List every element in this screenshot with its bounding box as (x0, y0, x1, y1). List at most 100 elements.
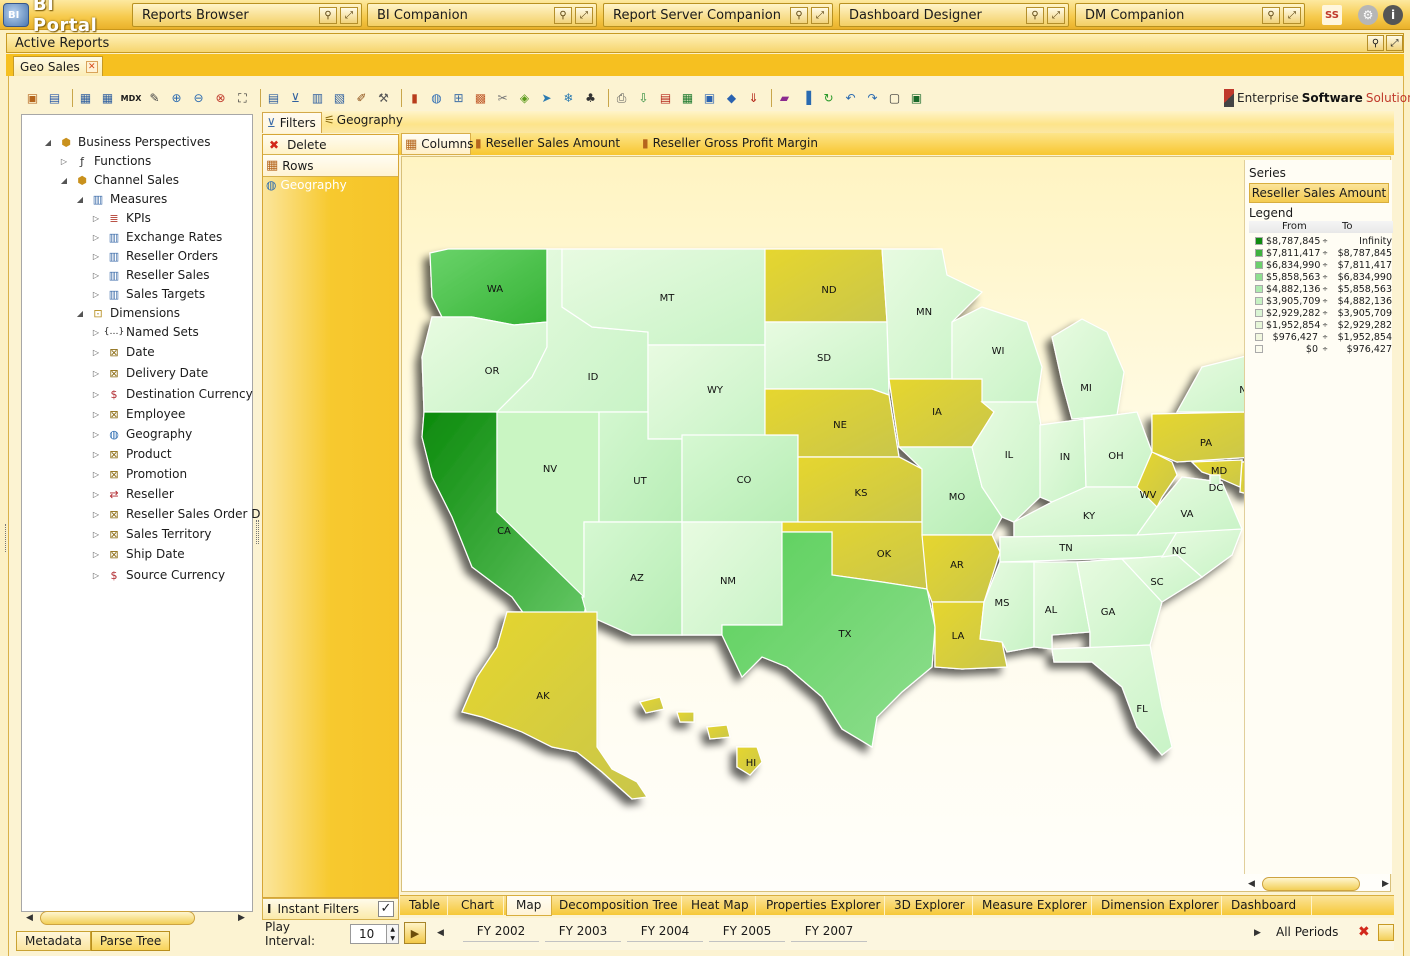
expand-arrow-icon[interactable]: ▷ (90, 369, 102, 378)
delete-button[interactable]: ✖ Delete (263, 135, 398, 155)
tab-measure-explorer[interactable]: Measure Explorer (973, 896, 1092, 916)
gear-icon[interactable]: ⚙ (1358, 5, 1378, 25)
tree-item-source-currency[interactable]: ▷ $ Source Currency (90, 566, 225, 584)
tree-item-functions[interactable]: ▷ ƒ Functions (58, 152, 151, 170)
excel-icon[interactable]: ▦ (679, 90, 696, 107)
collapse-arrow-icon[interactable]: ◢ (42, 138, 54, 147)
column-item-reseller-gross-profit-margin[interactable]: ▮ Reseller Gross Profit Margin (642, 136, 818, 150)
expand-arrow-icon[interactable]: ▷ (90, 430, 102, 439)
expand-arrow-icon[interactable]: ▷ (90, 470, 102, 479)
mdx-icon[interactable]: MDX (121, 90, 142, 107)
zoom-in-icon[interactable]: ⊕ (168, 90, 185, 107)
left-splitter[interactable] (5, 524, 8, 552)
expand-arrow-icon[interactable]: ▷ (90, 510, 102, 519)
period-fy-2004[interactable]: FY 2004 (627, 923, 703, 942)
open-icon[interactable]: ⤢ (340, 6, 358, 24)
tree-item-channel-sales[interactable]: ◢ ⬢ Channel Sales (58, 171, 179, 189)
tree-item-business-perspectives[interactable]: ◢ ⬢ Business Perspectives (42, 133, 211, 151)
tree-item-geography[interactable]: ▷ ◍ Geography (90, 425, 192, 443)
tree-item-sales-territory[interactable]: ▷ ⊠ Sales Territory (90, 525, 212, 543)
search-icon[interactable]: ⚲ (554, 6, 572, 24)
tree-item-delivery-date[interactable]: ▷ ⊠ Delivery Date (90, 364, 208, 382)
expand-arrow-icon[interactable]: ▷ (90, 290, 102, 299)
state-FL[interactable] (1051, 644, 1173, 756)
search-icon[interactable]: ⚲ (1026, 6, 1044, 24)
tab-dimension-explorer[interactable]: Dimension Explorer (1092, 896, 1222, 916)
export-icon[interactable]: ⇩ (635, 90, 652, 107)
tab-dashboard[interactable]: Dashboard (1222, 896, 1312, 916)
book-icon[interactable]: ▰ (776, 90, 793, 107)
tree-item-reseller-orders[interactable]: ▷ ▥ Reseller Orders (90, 247, 218, 265)
eraser-icon[interactable]: ✎ (146, 90, 163, 107)
expand-arrow-icon[interactable]: ▷ (90, 252, 102, 261)
series-selector[interactable]: Reseller Sales Amount (1249, 183, 1389, 203)
open-icon[interactable]: ⤢ (811, 6, 829, 24)
collapse-arrow-icon[interactable]: ◢ (74, 309, 86, 318)
scrollbar-thumb[interactable] (1262, 877, 1360, 891)
instant-filters-toggle[interactable]: Ⅰ Instant Filters ✓ (262, 898, 399, 920)
heatmap-icon[interactable]: ▩ (472, 90, 489, 107)
expand-arrow-icon[interactable]: ▷ (58, 157, 70, 166)
publish-icon[interactable]: ◆ (723, 90, 740, 107)
tree-item-reseller-sales-order-d[interactable]: ▷ ⊠ Reseller Sales Order D (90, 505, 261, 523)
tree-item-date[interactable]: ▷ ⊠ Date (90, 343, 155, 361)
pdf-icon[interactable]: ▤ (657, 90, 674, 107)
expand-arrow-icon[interactable]: ▷ (90, 410, 102, 419)
play-button[interactable]: ▶ (404, 922, 426, 944)
tree-item-kpis[interactable]: ▷ ≣ KPIs (90, 209, 151, 227)
properties-icon[interactable]: ⚒ (375, 90, 392, 107)
scrollbar-thumb[interactable] (40, 911, 195, 925)
open-report-icon[interactable]: ▣ (24, 90, 41, 107)
hierarchy-icon[interactable]: ⊞ (450, 90, 467, 107)
open-icon[interactable]: ⤢ (1047, 6, 1065, 24)
app-tab-report-server-companion[interactable]: Report Server Companion ⚲ ⤢ (603, 3, 833, 27)
expand-arrow-icon[interactable]: ▷ (90, 530, 102, 539)
tree-item-reseller[interactable]: ▷ ⇄ Reseller (90, 485, 174, 503)
report-tab-geo-sales[interactable]: Geo Sales ✕ (13, 56, 103, 76)
expand-arrow-icon[interactable]: ▷ (90, 571, 102, 580)
us-choropleth-map[interactable]: WA OR CA NV ID MT WY UT AZ CO NM ND SD N… (402, 157, 1391, 892)
expand-arrow-icon[interactable]: ▷ (90, 390, 102, 399)
filter-icon[interactable]: ⊻ (287, 90, 304, 107)
info-icon[interactable]: i (1383, 5, 1403, 25)
collapse-arrow-icon[interactable]: ◢ (58, 176, 70, 185)
open-icon[interactable]: ⤢ (1386, 35, 1403, 51)
instant-filters-checkbox[interactable]: ✓ (378, 901, 394, 917)
period-fy-2003[interactable]: FY 2003 (545, 923, 621, 942)
format-icon[interactable]: ▧ (331, 90, 348, 107)
word-icon[interactable]: ▣ (701, 90, 718, 107)
clear-periods-icon[interactable]: ✖ (1358, 924, 1370, 940)
collapse-arrow-icon[interactable]: ◢ (74, 195, 86, 204)
app-tab-dm-companion[interactable]: DM Companion ⚲ ⤢ (1075, 3, 1305, 27)
tab-table[interactable]: Table (400, 896, 448, 916)
period-fy-2005[interactable]: FY 2005 (709, 923, 785, 942)
open-icon[interactable]: ⤢ (575, 6, 593, 24)
window-icon[interactable]: ▢ (886, 90, 903, 107)
period-fy-2002[interactable]: FY 2002 (463, 923, 539, 942)
state-AK[interactable] (461, 611, 649, 800)
tree-item-sales-targets[interactable]: ▷ ▥ Sales Targets (90, 285, 205, 303)
refresh-icon[interactable]: ↻ (820, 90, 837, 107)
print-icon[interactable]: ⎙ (613, 90, 630, 107)
open-icon[interactable]: ⤢ (1283, 6, 1301, 24)
app-tab-reports-browser[interactable]: Reports Browser ⚲ ⤢ (132, 3, 362, 27)
snowflake-icon[interactable]: ❄ (560, 90, 577, 107)
scroll-right-icon[interactable]: ▶ (1382, 879, 1389, 889)
tab-properties-explorer[interactable]: Properties Explorer (757, 896, 885, 916)
app-tab-bi-companion[interactable]: BI Companion ⚲ ⤢ (367, 3, 597, 27)
filter-item-geography[interactable]: ⚟ Geography (324, 113, 403, 127)
tab-chart[interactable]: Chart (452, 896, 504, 916)
ess-logo-icon[interactable]: SS (1322, 5, 1342, 25)
measure-explorer-icon[interactable]: ➤ (538, 90, 555, 107)
table-icon[interactable]: ▦ (99, 90, 116, 107)
scroll-right-icon[interactable]: ▶ (238, 913, 245, 923)
fit-icon[interactable]: ⛶ (234, 90, 251, 107)
tree-item-destination-currency[interactable]: ▷ $ Destination Currency (90, 385, 253, 403)
app-tab-dashboard-designer[interactable]: Dashboard Designer ⚲ ⤢ (839, 3, 1069, 27)
tree-item-reseller-sales[interactable]: ▷ ▥ Reseller Sales (90, 266, 210, 284)
tab-parse-tree[interactable]: Parse Tree (90, 931, 171, 951)
grid-icon[interactable]: ▦ (77, 90, 94, 107)
map-canvas[interactable]: WA OR CA NV ID MT WY UT AZ CO NM ND SD N… (401, 156, 1391, 892)
tree-item-exchange-rates[interactable]: ▷ ▥ Exchange Rates (90, 228, 222, 246)
clear-icon[interactable]: ⊗ (212, 90, 229, 107)
